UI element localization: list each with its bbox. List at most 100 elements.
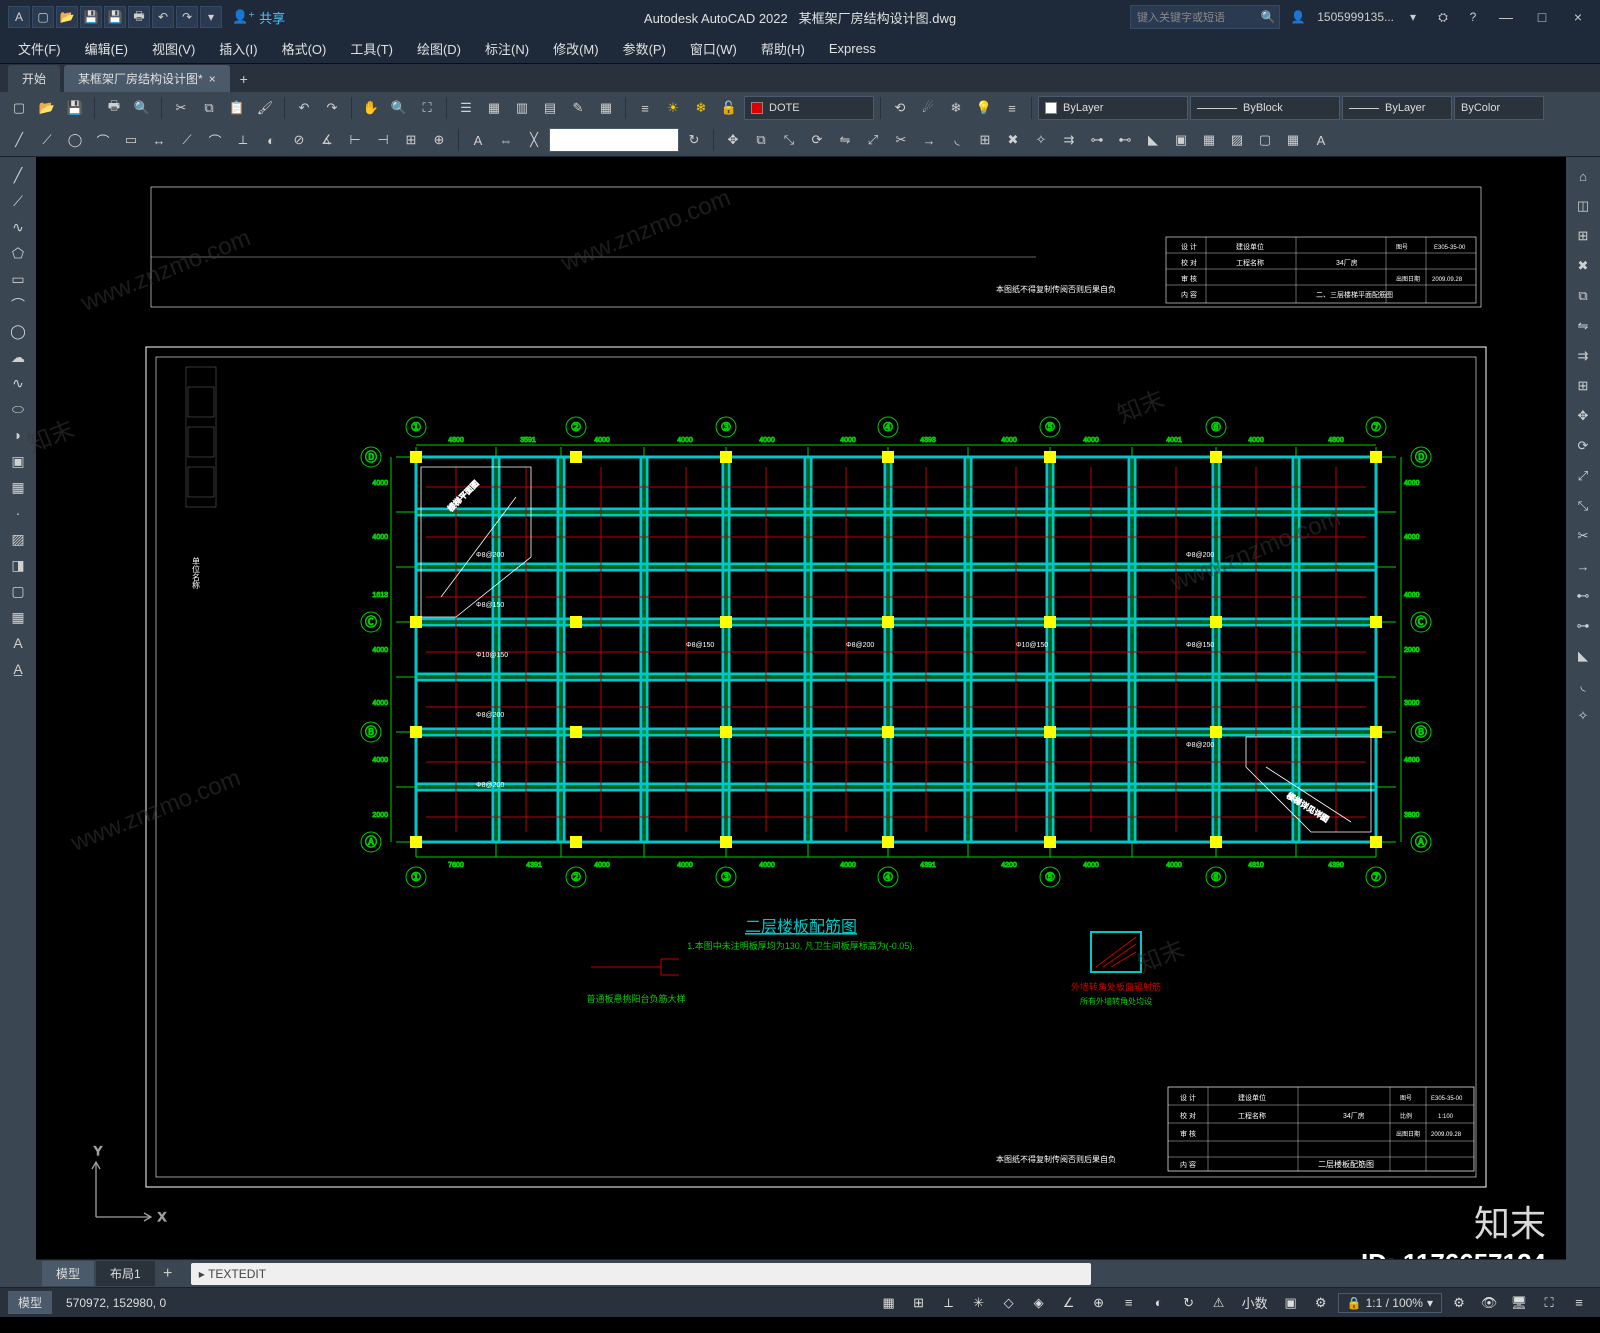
lt-block-icon[interactable]: ▦ bbox=[3, 475, 33, 499]
help-icon[interactable]: ? bbox=[1462, 6, 1484, 28]
rb-break-icon[interactable]: ⊷ bbox=[1112, 127, 1138, 153]
rb-mtext-icon[interactable]: A bbox=[1308, 127, 1334, 153]
rb-toolpalettes-icon[interactable]: ▥ bbox=[509, 95, 535, 121]
lt-insert-icon[interactable]: ▣ bbox=[3, 449, 33, 473]
sb-hardware-icon[interactable]: 🖥 bbox=[1506, 1292, 1532, 1314]
sb-annomonitor-icon[interactable]: ⚠ bbox=[1206, 1292, 1232, 1314]
rb-calc-icon[interactable]: ▦ bbox=[593, 95, 619, 121]
rt-copy-icon[interactable]: ⧉ bbox=[1570, 283, 1596, 309]
rb-dim-radius-icon[interactable]: ◐ bbox=[258, 127, 284, 153]
menu-tools[interactable]: 工具(T) bbox=[340, 35, 403, 62]
rt-navbar-icon[interactable]: ⊞ bbox=[1570, 223, 1596, 249]
rb-layerprev-icon[interactable]: ⟲ bbox=[887, 95, 913, 121]
rb-dim-angular-icon[interactable]: ∡ bbox=[314, 127, 340, 153]
lt-polygon-icon[interactable]: ⬠ bbox=[3, 241, 33, 265]
sb-snap-icon[interactable]: ⊞ bbox=[906, 1292, 932, 1314]
rb-redo-icon[interactable]: ↷ bbox=[319, 95, 345, 121]
rb-layerfreeze-icon[interactable]: ❄ bbox=[943, 95, 969, 121]
layer-dropdown[interactable]: DOTE bbox=[744, 96, 874, 120]
rb-zoom-icon[interactable]: 🔍 bbox=[386, 95, 412, 121]
rb-sheetset-icon[interactable]: ▤ bbox=[537, 95, 563, 121]
sb-clean-icon[interactable]: ⛶ bbox=[1536, 1292, 1562, 1314]
menu-view[interactable]: 视图(V) bbox=[142, 35, 205, 62]
rb-dim-arc-icon[interactable]: ⌒ bbox=[202, 127, 228, 153]
rb-line-icon[interactable]: ╱ bbox=[6, 127, 32, 153]
qat-plot-icon[interactable]: 🖶 bbox=[128, 6, 150, 28]
rb-insert-icon[interactable]: ▦ bbox=[1196, 127, 1222, 153]
tab-add-button[interactable]: + bbox=[234, 69, 254, 89]
rb-fillet-icon[interactable]: ◟ bbox=[944, 127, 970, 153]
rb-mirror-icon[interactable]: ⇋ bbox=[832, 127, 858, 153]
rb-explode-icon[interactable]: ✧ bbox=[1028, 127, 1054, 153]
search-icon[interactable]: 🔍 bbox=[1257, 6, 1279, 28]
rb-designcenter-icon[interactable]: ▦ bbox=[481, 95, 507, 121]
sb-osnap-icon[interactable]: ◇ bbox=[996, 1292, 1022, 1314]
rt-erase-icon[interactable]: ✖ bbox=[1570, 253, 1596, 279]
rt-extend-icon[interactable]: → bbox=[1570, 553, 1596, 579]
sb-lineweight-icon[interactable]: ≡ bbox=[1116, 1292, 1142, 1314]
lt-spline-icon[interactable]: ∿ bbox=[3, 371, 33, 395]
menu-modify[interactable]: 修改(M) bbox=[543, 35, 609, 62]
rb-layeroff-icon[interactable]: 💡 bbox=[971, 95, 997, 121]
maximize-button[interactable]: □ bbox=[1528, 6, 1556, 28]
rt-home-icon[interactable]: ⌂ bbox=[1570, 163, 1596, 189]
rb-dim-diameter-icon[interactable]: ⊘ bbox=[286, 127, 312, 153]
rb-layeriso-icon[interactable]: ☄ bbox=[915, 95, 941, 121]
rb-circle-icon[interactable]: ◯ bbox=[62, 127, 88, 153]
menu-edit[interactable]: 编辑(E) bbox=[75, 35, 138, 62]
tab-start[interactable]: 开始 bbox=[8, 65, 60, 92]
rt-mirror-icon[interactable]: ⇋ bbox=[1570, 313, 1596, 339]
close-button[interactable]: × bbox=[1564, 6, 1592, 28]
rt-scale-icon[interactable]: ⤢ bbox=[1570, 463, 1596, 489]
rb-dimbreak-icon[interactable]: ╳ bbox=[521, 127, 547, 153]
rb-dimspace-icon[interactable]: ⇔ bbox=[493, 127, 519, 153]
share-button[interactable]: 👤⁺共享 bbox=[232, 8, 285, 27]
rb-move-icon[interactable]: ✥ bbox=[720, 127, 746, 153]
rb-preview-icon[interactable]: 🔍 bbox=[129, 95, 155, 121]
rt-trim-icon[interactable]: ✂ bbox=[1570, 523, 1596, 549]
lt-ellipsearc-icon[interactable]: ◗ bbox=[3, 423, 33, 447]
lt-circle-icon[interactable]: ◯ bbox=[3, 319, 33, 343]
rb-new-icon[interactable]: ▢ bbox=[6, 95, 32, 121]
rb-dimupdate-icon[interactable]: ↻ bbox=[681, 127, 707, 153]
autodesk-apps-icon[interactable]: ▾ bbox=[1402, 6, 1424, 28]
rb-cut-icon[interactable]: ✂ bbox=[168, 95, 194, 121]
rb-tolerance-icon[interactable]: ⊞ bbox=[398, 127, 424, 153]
rb-pan-icon[interactable]: ✋ bbox=[358, 95, 384, 121]
rb-chamfer-icon[interactable]: ◣ bbox=[1140, 127, 1166, 153]
rb-dim-aligned-icon[interactable]: ⟋ bbox=[174, 127, 200, 153]
qat-undo-icon[interactable]: ↶ bbox=[152, 6, 174, 28]
drawing-canvas[interactable]: 设 计 校 对 审 核 内 容 建设单位 工程名称 34厂房 二、三层楼梯平面配… bbox=[36, 157, 1566, 1287]
sb-qp-icon[interactable]: ▣ bbox=[1278, 1292, 1304, 1314]
lt-xline-icon[interactable]: ⟋ bbox=[3, 189, 33, 213]
rb-zoomext-icon[interactable]: ⛶ bbox=[414, 95, 440, 121]
rb-matchprop-icon[interactable]: 🖌 bbox=[252, 95, 278, 121]
sb-grid-icon[interactable]: ▦ bbox=[876, 1292, 902, 1314]
viewtab-add[interactable]: + bbox=[157, 1263, 179, 1285]
qat-open-icon[interactable]: 📂 bbox=[56, 6, 78, 28]
rb-table-icon[interactable]: ▦ bbox=[1280, 127, 1306, 153]
lt-point-icon[interactable]: · bbox=[3, 501, 33, 525]
lt-hatch-icon[interactable]: ▨ bbox=[3, 527, 33, 551]
sb-ortho-icon[interactable]: ⟂ bbox=[936, 1292, 962, 1314]
rb-dim-baseline-icon[interactable]: ⊣ bbox=[370, 127, 396, 153]
rb-print-icon[interactable]: 🖶 bbox=[101, 95, 127, 121]
dimstyle-dropdown[interactable] bbox=[549, 128, 679, 152]
status-space-button[interactable]: 模型 bbox=[8, 1291, 52, 1314]
rt-fillet-icon[interactable]: ◟ bbox=[1570, 673, 1596, 699]
qat-save-icon[interactable]: 💾 bbox=[80, 6, 102, 28]
sb-transparency-icon[interactable]: ◐ bbox=[1146, 1292, 1172, 1314]
rb-layers-icon[interactable]: ≡ bbox=[632, 95, 658, 121]
sb-units-label[interactable]: 小数 bbox=[1236, 1292, 1274, 1314]
rb-stretch-icon[interactable]: ⤡ bbox=[776, 127, 802, 153]
rb-undo-icon[interactable]: ↶ bbox=[291, 95, 317, 121]
lt-revcloud-icon[interactable]: ☁ bbox=[3, 345, 33, 369]
qat-saveas-icon[interactable]: 💾 bbox=[104, 6, 126, 28]
rb-layermatch-icon[interactable]: ≡ bbox=[999, 95, 1025, 121]
rb-save-icon[interactable]: 💾 bbox=[62, 95, 88, 121]
rb-hatch-icon[interactable]: ▨ bbox=[1224, 127, 1250, 153]
menu-parametric[interactable]: 参数(P) bbox=[613, 35, 676, 62]
rt-array-icon[interactable]: ⊞ bbox=[1570, 373, 1596, 399]
rb-trim-icon[interactable]: ✂ bbox=[888, 127, 914, 153]
qat-redo-icon[interactable]: ↷ bbox=[176, 6, 198, 28]
